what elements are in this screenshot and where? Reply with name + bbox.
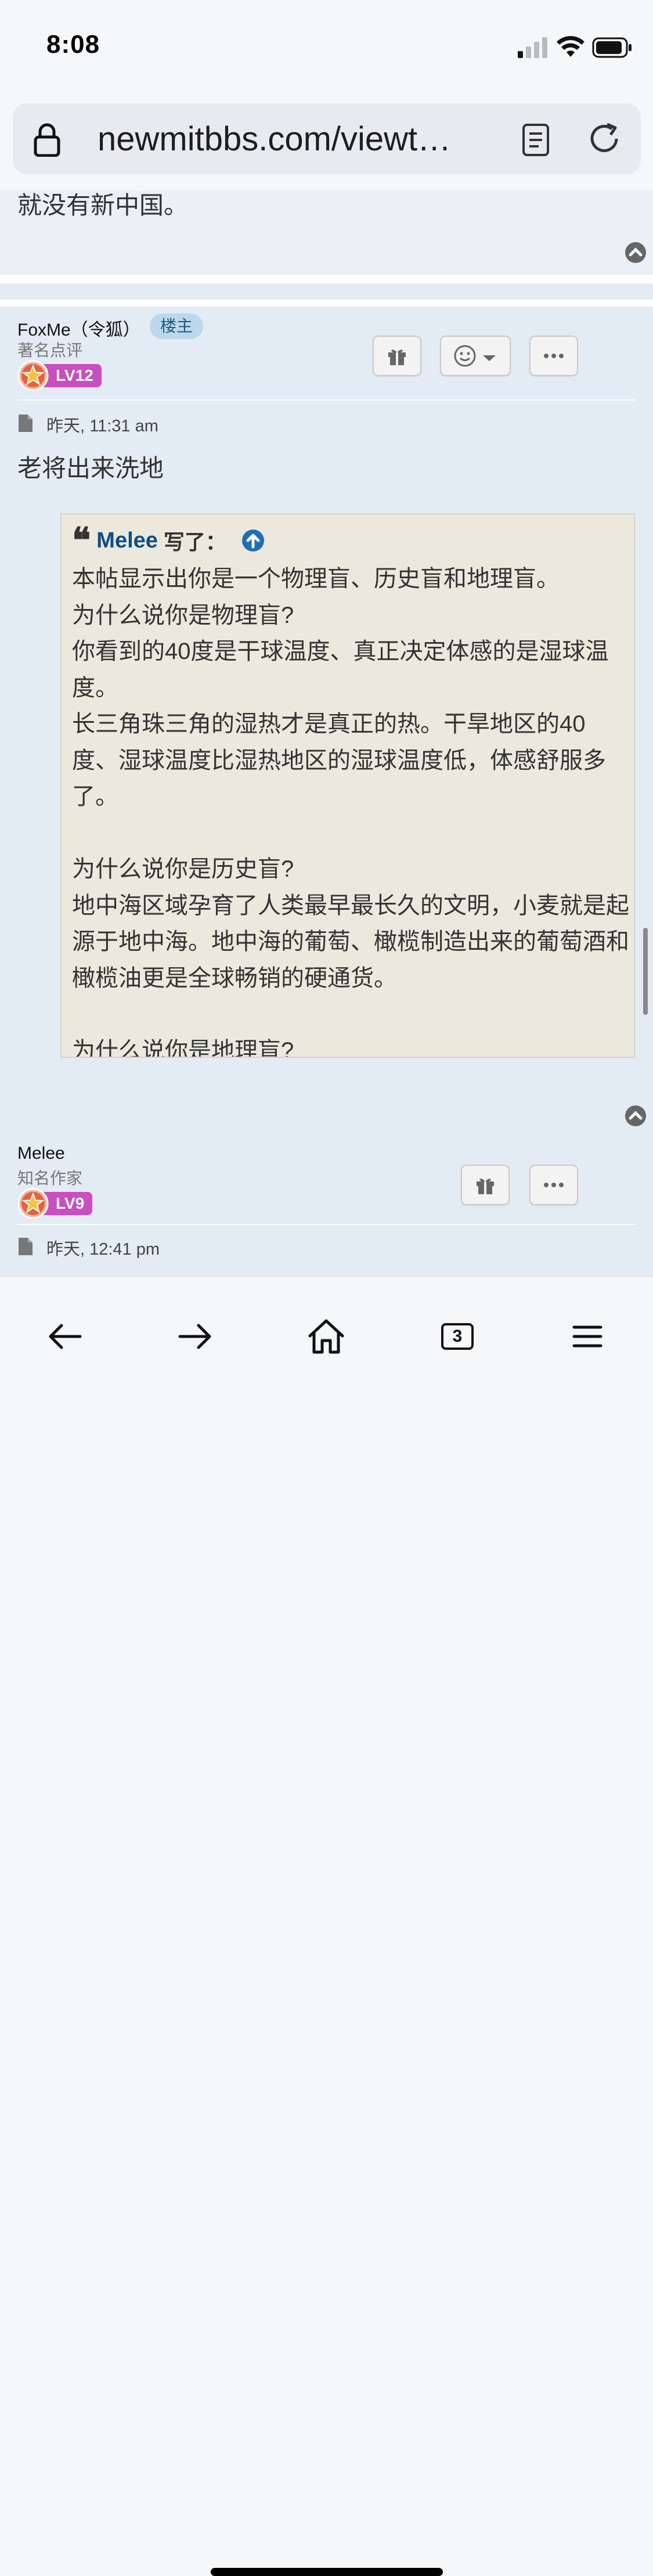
home-icon <box>308 1319 344 1354</box>
quote-body-text: 本帖显示出你是一个物理盲、历史盲和地理盲。 为什么说你是物理盲? 你看到的40度… <box>72 566 629 1058</box>
post-author[interactable]: FoxMe（令狐） <box>17 315 140 341</box>
previous-post-text: 就没有新中国。 <box>17 192 189 219</box>
post-timestamp[interactable]: 昨天, 11:31 am <box>46 412 158 437</box>
post-header-divider <box>17 1224 636 1225</box>
reaction-dropdown-button[interactable] <box>440 336 511 376</box>
more-options-button[interactable] <box>529 1165 578 1205</box>
lock-icon <box>34 123 60 157</box>
level-label: LV12 <box>39 364 102 387</box>
more-icon <box>544 354 564 358</box>
star-icon <box>17 1188 49 1219</box>
post-timestamp[interactable]: 昨天, 12:41 pm <box>46 1235 160 1260</box>
arrow-left-icon <box>49 1324 82 1349</box>
arrow-right-icon <box>178 1324 211 1349</box>
star-icon <box>17 360 49 391</box>
post: Melee 知名作家 LV9 昨天, 12:41 pm <box>0 1137 653 1276</box>
reload-icon[interactable] <box>586 121 622 157</box>
gift-button[interactable] <box>461 1165 510 1205</box>
post-file-icon <box>19 415 33 432</box>
post-separator <box>0 283 653 300</box>
browser-toolbar: 3 <box>0 1276 653 2576</box>
post-body-text: 老将出来洗地 <box>17 455 164 482</box>
gift-icon <box>388 350 406 365</box>
back-button[interactable] <box>42 1316 88 1357</box>
post-author[interactable]: Melee <box>17 1144 65 1163</box>
gift-button[interactable] <box>373 336 421 376</box>
back-to-top-icon[interactable] <box>625 1105 647 1127</box>
post: FoxMe（令狐） 楼主 著名点评 LV12 昨天, 11:31 am 老将出来… <box>0 307 653 1137</box>
tab-count: 3 <box>441 1323 474 1350</box>
quote-header: ❝ Melee 写了： <box>72 520 265 561</box>
chevron-down-icon <box>483 355 496 361</box>
post-file-icon <box>19 1238 33 1255</box>
wifi-icon <box>557 36 585 57</box>
more-icon <box>544 1183 564 1187</box>
post-header-divider <box>17 399 636 401</box>
page-content: 就没有新中国。 FoxMe（令狐） 楼主 著名点评 LV12 昨天, 11:31… <box>0 190 653 1276</box>
quote-author-link[interactable]: Melee <box>96 528 158 553</box>
tabs-button[interactable]: 3 <box>434 1316 481 1357</box>
more-options-button[interactable] <box>529 336 578 376</box>
gift-icon <box>477 1179 494 1194</box>
menu-button[interactable] <box>564 1316 611 1357</box>
forward-button[interactable] <box>172 1316 218 1357</box>
quote-block: ❝ Melee 写了： 本帖显示出你是一个物理盲、历史盲和地理盲。 为什么说你是… <box>60 513 635 1058</box>
status-time: 8:08 <box>46 30 100 59</box>
home-indicator[interactable] <box>211 2568 443 2576</box>
url-text[interactable]: newmitbbs.com/viewt… <box>98 120 451 158</box>
thread-owner-badge: 楼主 <box>150 314 204 339</box>
smiley-icon <box>454 345 476 367</box>
battery-icon <box>592 37 632 58</box>
reader-mode-icon[interactable] <box>521 123 550 157</box>
user-rank-title: 知名作家 <box>17 1169 83 1187</box>
hamburger-menu-icon <box>572 1325 603 1348</box>
page-scrollbar[interactable] <box>643 928 648 1015</box>
user-rank-title: 著名点评 <box>17 341 83 359</box>
quote-wrote-label: 写了： <box>163 530 226 554</box>
previous-post: 就没有新中国。 <box>0 190 653 275</box>
quote-mark-icon: ❝ <box>72 520 91 561</box>
back-to-top-icon[interactable] <box>625 242 647 264</box>
home-button[interactable] <box>303 1316 349 1357</box>
go-to-quoted-post-icon[interactable] <box>241 529 265 552</box>
cellular-signal-icon <box>518 37 547 58</box>
